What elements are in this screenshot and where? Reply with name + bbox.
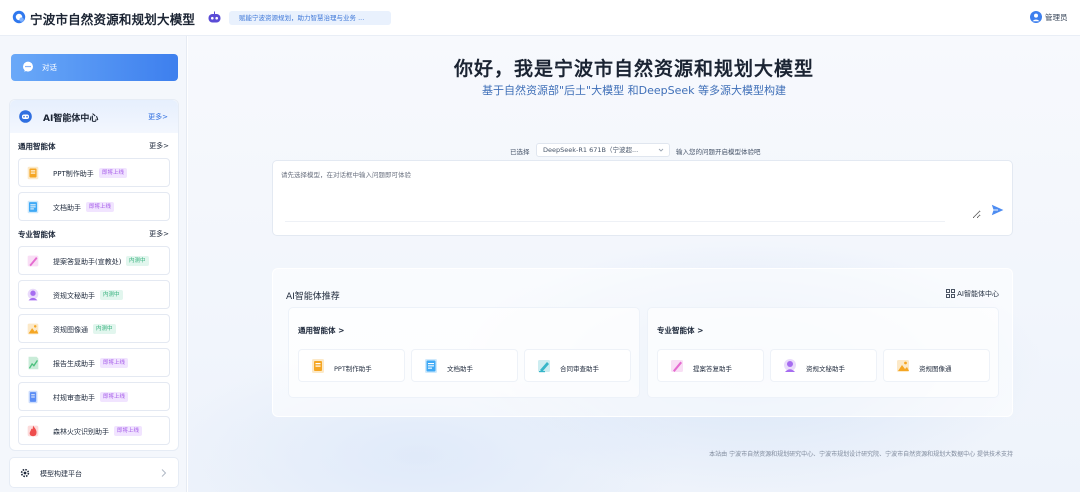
agent-status-badge: 即将上线 — [99, 168, 128, 178]
agent-status-badge: 即将上线 — [100, 358, 129, 368]
logo-icon — [12, 10, 26, 24]
model-platform-button[interactable]: 模型构建平台 — [9, 457, 179, 488]
document-icon — [425, 359, 437, 373]
professional-agent-card[interactable]: 资规图像通 内测中 — [18, 314, 170, 343]
general-agent-card[interactable]: 文档助手 即将上线 — [18, 192, 170, 221]
recommend-agent-card[interactable]: 提案答复助手 — [657, 349, 764, 382]
ppt-icon — [27, 166, 39, 180]
professional-agent-card[interactable]: 资规文秘助手 内测中 — [18, 280, 170, 309]
general-agents-more-link[interactable]: 更多> — [149, 141, 169, 151]
group-title[interactable]: 专业智能体 > — [657, 325, 703, 336]
fire-icon — [27, 425, 39, 437]
ppt-icon — [312, 359, 324, 373]
professional-agent-card[interactable]: 提案答复助手(宣教处) 内测中 — [18, 246, 170, 275]
recommend-agent-card[interactable]: 合同审查助手 — [524, 349, 631, 382]
input-divider — [285, 221, 945, 222]
agent-center-title: AI智能体中心 — [43, 114, 99, 124]
agent-status-badge: 即将上线 — [100, 392, 129, 402]
group-title[interactable]: 通用智能体 > — [298, 325, 344, 336]
report-icon — [28, 356, 39, 370]
agent-name: 文档助手 — [447, 365, 473, 373]
chevron-down-icon — [658, 148, 664, 152]
agent-name: 提案答复助手 — [693, 365, 732, 373]
agent-name: 报告生成助手 — [53, 360, 95, 368]
image-icon — [27, 323, 39, 335]
robot-icon — [208, 11, 221, 23]
chat-button[interactable]: 对话 — [11, 54, 178, 81]
recommend-agent-card[interactable]: 文档助手 — [411, 349, 518, 382]
agent-center-link-label: AI智能体中心 — [957, 290, 999, 298]
top-bar: 宁波市自然资源和规划大模型 赋能宁波资源规划，助力智慧治理与业务 ... 管理员 — [0, 0, 1080, 36]
agent-center-panel: AI智能体中心 更多> 通用智能体 更多> PPT制作助手 即将上线 文档助手 即将上… — [9, 99, 179, 451]
professional-agents-group: 专业智能体 > 提案答复助手 资规文秘助手 资规图像通 — [647, 307, 999, 398]
professional-agent-card[interactable]: 村规审查助手 即将上线 — [18, 382, 170, 411]
hero-title: 你好，我是宁波市自然资源和规划大模型 — [453, 58, 814, 80]
footer-note: 本站由 宁波市自然资源和规划研究中心、宁波市规划设计研究院、宁波市自然资源和规划… — [709, 451, 1013, 458]
user-name[interactable]: 管理员 — [1045, 12, 1068, 23]
slogan-banner: 赋能宁波资源规划，助力智慧治理与业务 ... — [229, 11, 391, 25]
chevron-right-icon — [161, 469, 167, 477]
pen-icon — [27, 255, 39, 267]
assistant-icon — [27, 288, 39, 301]
professional-agent-card[interactable]: 森林火灾识别助手 即将上线 — [18, 416, 170, 445]
sidebar: 对话 AI智能体中心 更多> 通用智能体 更多> PPT制作助手 即将上线 文档助手… — [0, 36, 187, 492]
chat-input-box — [272, 160, 1013, 236]
agent-recommend-panel: AI智能体推荐 AI智能体中心 通用智能体 > PPT制作助手 文档助手 合同审查助手… — [272, 268, 1013, 417]
agent-center-more-link[interactable]: 更多> — [148, 112, 168, 122]
model-platform-label: 模型构建平台 — [40, 470, 82, 478]
review-icon — [28, 390, 38, 404]
agent-status-badge: 即将上线 — [86, 202, 115, 212]
general-agents-group: 通用智能体 > PPT制作助手 文档助手 合同审查助手 — [288, 307, 640, 398]
model-selected-value: DeepSeek-R1 671B（宁波超... — [543, 146, 639, 154]
contract-icon — [538, 360, 550, 373]
chat-button-label: 对话 — [42, 63, 57, 72]
agent-name: 资规文秘助手 — [806, 365, 845, 373]
agent-name: 资规文秘助手 — [53, 292, 95, 300]
general-agent-card[interactable]: PPT制作助手 即将上线 — [18, 158, 170, 187]
agent-name: 森林火灾识别助手 — [53, 428, 109, 436]
document-icon — [27, 200, 39, 214]
chat-input[interactable] — [281, 169, 981, 219]
user-avatar-icon[interactable] — [1030, 11, 1042, 23]
agent-name: 村规审查助手 — [53, 394, 95, 402]
chat-bubble-icon — [23, 61, 33, 72]
agent-name: 文档助手 — [53, 204, 81, 212]
agent-name: PPT制作助手 — [53, 170, 94, 178]
agent-center-icon — [19, 110, 32, 123]
gear-icon — [20, 468, 30, 478]
agent-center-header: AI智能体中心 更多> — [10, 100, 178, 133]
professional-agents-label: 专业智能体 — [18, 230, 56, 239]
agent-name: 资规图像通 — [53, 326, 88, 334]
agent-status-badge: 即将上线 — [114, 426, 143, 436]
agent-name: 提案答复助手(宣教处) — [53, 258, 122, 266]
hero-subtitle: 基于自然资源部"后土"大模型 和DeepSeek 等多源大模型构建 — [482, 84, 786, 97]
agent-status-badge: 内测中 — [93, 324, 116, 334]
agent-status-badge: 内测中 — [100, 290, 123, 300]
model-prefix-label: 已选择 — [510, 148, 530, 156]
agent-status-badge: 内测中 — [126, 256, 149, 266]
professional-agent-card[interactable]: 报告生成助手 即将上线 — [18, 348, 170, 377]
agent-name: PPT制作助手 — [334, 365, 372, 373]
assistant-icon — [784, 359, 796, 372]
recommend-agent-card[interactable]: PPT制作助手 — [298, 349, 405, 382]
model-hint-label: 输入您的问题开启模型体验吧 — [676, 148, 761, 156]
app-title: 宁波市自然资源和规划大模型 — [30, 12, 196, 27]
recommend-agent-card[interactable]: 资规图像通 — [883, 349, 990, 382]
agent-name: 资规图像通 — [919, 365, 952, 373]
general-agents-label: 通用智能体 — [18, 142, 56, 151]
send-icon[interactable] — [991, 204, 1004, 216]
recommend-agent-card[interactable]: 资规文秘助手 — [770, 349, 877, 382]
agent-center-link[interactable]: AI智能体中心 — [946, 289, 999, 299]
grid-icon — [946, 289, 956, 298]
professional-agents-more-link[interactable]: 更多> — [149, 229, 169, 239]
pen-icon — [671, 360, 683, 372]
main-area: 你好，我是宁波市自然资源和规划大模型 基于自然资源部"后土"大模型 和DeepS… — [188, 36, 1080, 492]
model-select[interactable]: DeepSeek-R1 671B（宁波超... — [536, 143, 670, 157]
agent-name: 合同审查助手 — [560, 365, 599, 373]
image-icon — [897, 360, 909, 372]
agent-recommend-title: AI智能体推荐 — [286, 292, 340, 302]
